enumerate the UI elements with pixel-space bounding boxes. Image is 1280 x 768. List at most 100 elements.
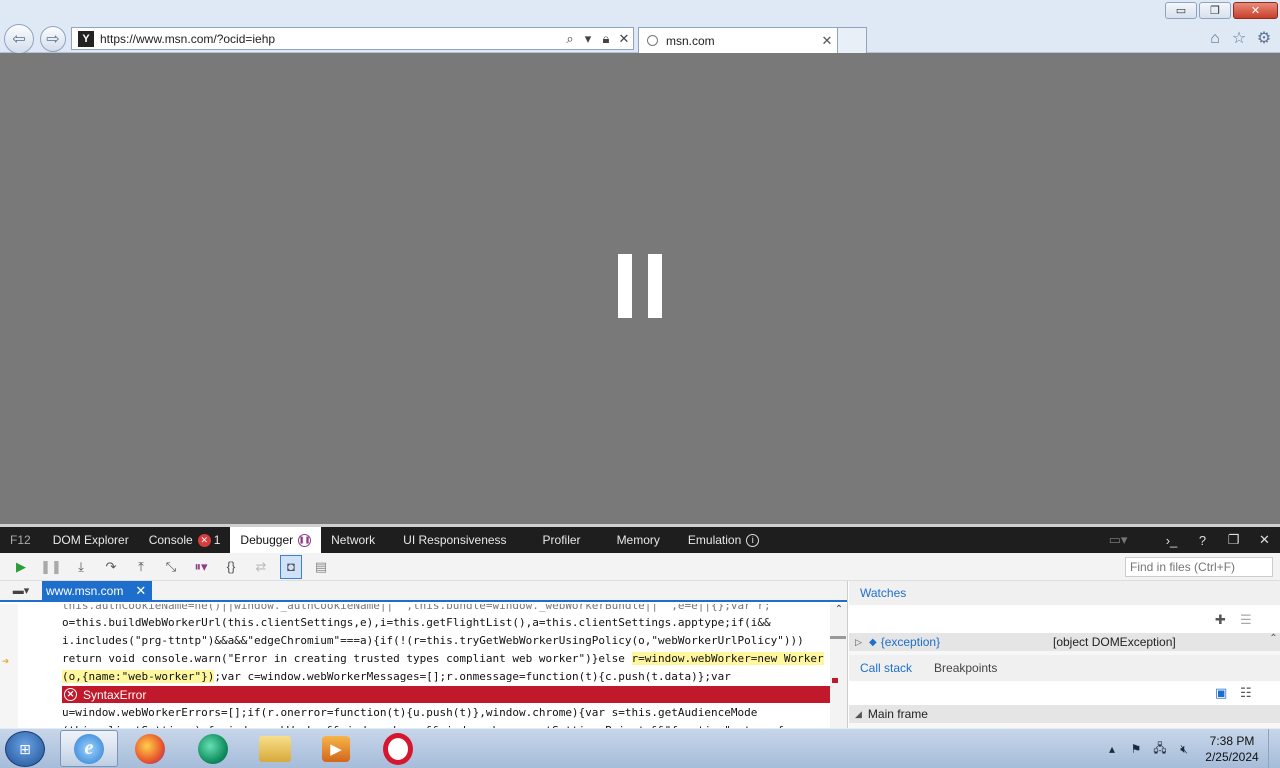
settings-gear-icon[interactable]: ⚙ [1254, 29, 1274, 49]
back-button[interactable]: ⇦ [4, 24, 34, 54]
debugger-toolbar: ▶ ❚❚ ⤓ ↷ ⤒ ⤡ ⏸▾ {} ⇄ ◘ ▤ [0, 553, 1280, 581]
folder-icon [259, 735, 291, 762]
edge-icon [198, 733, 228, 764]
break-icon[interactable]: ❚❚ [36, 555, 66, 579]
target-picker-icon[interactable]: ▭▾ [1098, 527, 1138, 553]
dropdown-icon[interactable]: ▾ [579, 31, 597, 47]
step-into-icon[interactable]: ⤓ [66, 555, 96, 579]
paused-icon: ❚❚ [298, 533, 312, 547]
watches-toolbar: ✚ ☰ [849, 605, 1280, 633]
file-tab-www-msn-com[interactable]: www.msn.com ✕ [42, 581, 153, 601]
continue-icon[interactable]: ▶ [6, 555, 36, 579]
console-toggle-icon[interactable]: ›_ [1156, 527, 1187, 553]
restore-button[interactable]: ❐ [1199, 2, 1231, 19]
undock-icon[interactable]: ❐ [1218, 527, 1249, 553]
tab-label: Network [331, 533, 376, 547]
show-frames-icon[interactable]: ▣ [1215, 685, 1227, 701]
main-frame-row[interactable]: ◢ Main frame [849, 705, 1280, 723]
break-on-new-worker-icon[interactable]: ⤡ [156, 555, 186, 579]
clock[interactable]: 7:38 PM 2/25/2024 [1196, 733, 1268, 765]
current-statement-arrow-icon: ➔ [2, 654, 10, 668]
word-wrap-icon[interactable]: ⇄ [246, 555, 276, 579]
collapse-triangle-icon[interactable]: ◢ [855, 709, 862, 720]
scroll-up-icon[interactable]: ⌃ [830, 604, 847, 615]
address-bar[interactable]: Y https://www.msn.com/?ocid=iehp ⌕ ▾ 🔒︎ … [71, 27, 634, 50]
start-button[interactable]: ⊞ [5, 731, 45, 767]
open-document-icon[interactable]: ▬▾ [0, 581, 42, 601]
devtools-tab-bar: F12 DOM Explorer Console ✕ 1 Debugger ❚❚… [0, 527, 1280, 553]
home-icon[interactable]: ⌂ [1205, 29, 1225, 49]
file-tab-close-icon[interactable]: ✕ [135, 583, 146, 599]
watches-header[interactable]: Watches [849, 581, 1280, 605]
taskbar-app-internet-explorer[interactable]: e [60, 730, 118, 767]
address-url[interactable]: https://www.msn.com/?ocid=iehp [100, 32, 561, 46]
tab-ui-responsiveness[interactable]: UI Responsiveness [385, 527, 524, 553]
tab-dom-explorer[interactable]: DOM Explorer [43, 527, 139, 553]
internet-explorer-icon: e [74, 733, 104, 764]
taskbar-app-media-player[interactable]: ▶ [307, 730, 365, 767]
tab-label: Debugger [240, 533, 294, 547]
windows-logo-icon: ⊞ [19, 740, 31, 757]
close-window-button[interactable]: ✕ [1233, 2, 1278, 19]
expand-triangle-icon[interactable]: ▷ [855, 637, 869, 648]
add-watch-icon[interactable]: ✚ [1215, 612, 1226, 628]
tab-close-button[interactable]: ✕ [817, 33, 837, 49]
devtools-window-tools: ▭▾ ›_ ? ❐ ✕ [1098, 527, 1280, 553]
code-editor[interactable]: ➔ this.authCookieName=ne()||window._auth… [0, 604, 847, 731]
watch-row[interactable]: ▷ ◆ {exception} [object DOMException] [849, 633, 1280, 651]
tab-emulation[interactable]: Emulation i [678, 527, 769, 553]
taskbar-app-firefox[interactable] [121, 730, 179, 767]
file-tab-label: www.msn.com [46, 583, 124, 598]
new-tab-button[interactable] [838, 27, 867, 53]
callstack-tab-bar: Call stack Breakpoints [849, 655, 1280, 681]
show-desktop-button[interactable] [1268, 729, 1280, 768]
close-devtools-icon[interactable]: ✕ [1249, 527, 1280, 553]
watch-value: [object DOMException] [1053, 635, 1176, 649]
stop-icon[interactable]: ✕ [615, 31, 633, 47]
tab-label: DOM Explorer [52, 533, 129, 547]
step-over-icon[interactable]: ↷ [96, 555, 126, 579]
source-maps-icon[interactable]: ▤ [306, 555, 336, 579]
tab-title: msn.com [666, 33, 715, 48]
firefox-icon [135, 733, 165, 764]
code-text: return void console.warn("Error in creat… [62, 652, 632, 665]
info-icon: i [746, 533, 760, 547]
delete-all-watches-icon[interactable]: ☰ [1240, 612, 1252, 628]
just-my-code-icon[interactable]: ◘ [280, 554, 302, 579]
step-out-icon[interactable]: ⤒ [126, 555, 156, 579]
tab-profiler[interactable]: Profiler [525, 527, 599, 553]
minimize-button[interactable]: ▭ [1165, 2, 1197, 19]
clock-date: 2/25/2024 [1205, 750, 1259, 764]
tab-network[interactable]: Network [321, 527, 385, 553]
browser-tab[interactable]: msn.com ✕ [638, 27, 838, 53]
tab-debugger[interactable]: Debugger ❚❚ [230, 527, 322, 553]
forward-button[interactable]: ⇨ [40, 26, 66, 52]
tab-memory[interactable]: Memory [599, 527, 678, 553]
opera-icon [383, 732, 413, 765]
show-hidden-icons-icon[interactable]: ▴ [1100, 742, 1124, 756]
action-center-flag-icon[interactable]: ⚑ [1124, 742, 1148, 756]
current-statement-highlight: r=window.webWorker=new Worker [631, 652, 824, 665]
taskbar-app-file-explorer[interactable] [246, 730, 304, 767]
volume-muted-icon[interactable]: 🔇︎ [1172, 742, 1196, 757]
f12-label: F12 [10, 533, 31, 547]
network-icon[interactable]: 🖧︎ [1148, 739, 1172, 760]
favorites-star-icon[interactable]: ☆ [1229, 29, 1249, 49]
tab-breakpoints[interactable]: Breakpoints [923, 661, 1008, 675]
tab-console[interactable]: Console ✕ 1 [139, 527, 231, 553]
stack-options-icon[interactable]: ☷ [1240, 685, 1252, 701]
find-in-files-input[interactable] [1125, 557, 1273, 577]
tab-label: Profiler [542, 533, 581, 547]
source-scrollbar[interactable]: ⌃ [830, 604, 847, 731]
taskbar-app-edge[interactable] [184, 730, 242, 767]
tab-call-stack[interactable]: Call stack [849, 661, 923, 675]
taskbar-app-opera[interactable] [369, 730, 427, 767]
lock-icon[interactable]: 🔒︎ [597, 31, 615, 47]
error-icon: ✕ [197, 533, 211, 547]
exception-behavior-icon[interactable]: ⏸▾ [186, 555, 216, 579]
error-label: SyntaxError [83, 687, 147, 702]
search-icon[interactable]: ⌕ [561, 31, 579, 47]
right-panel-scrollbar[interactable]: ⌃ [1267, 633, 1280, 731]
help-icon[interactable]: ? [1187, 527, 1218, 553]
pretty-print-icon[interactable]: {} [216, 555, 246, 579]
